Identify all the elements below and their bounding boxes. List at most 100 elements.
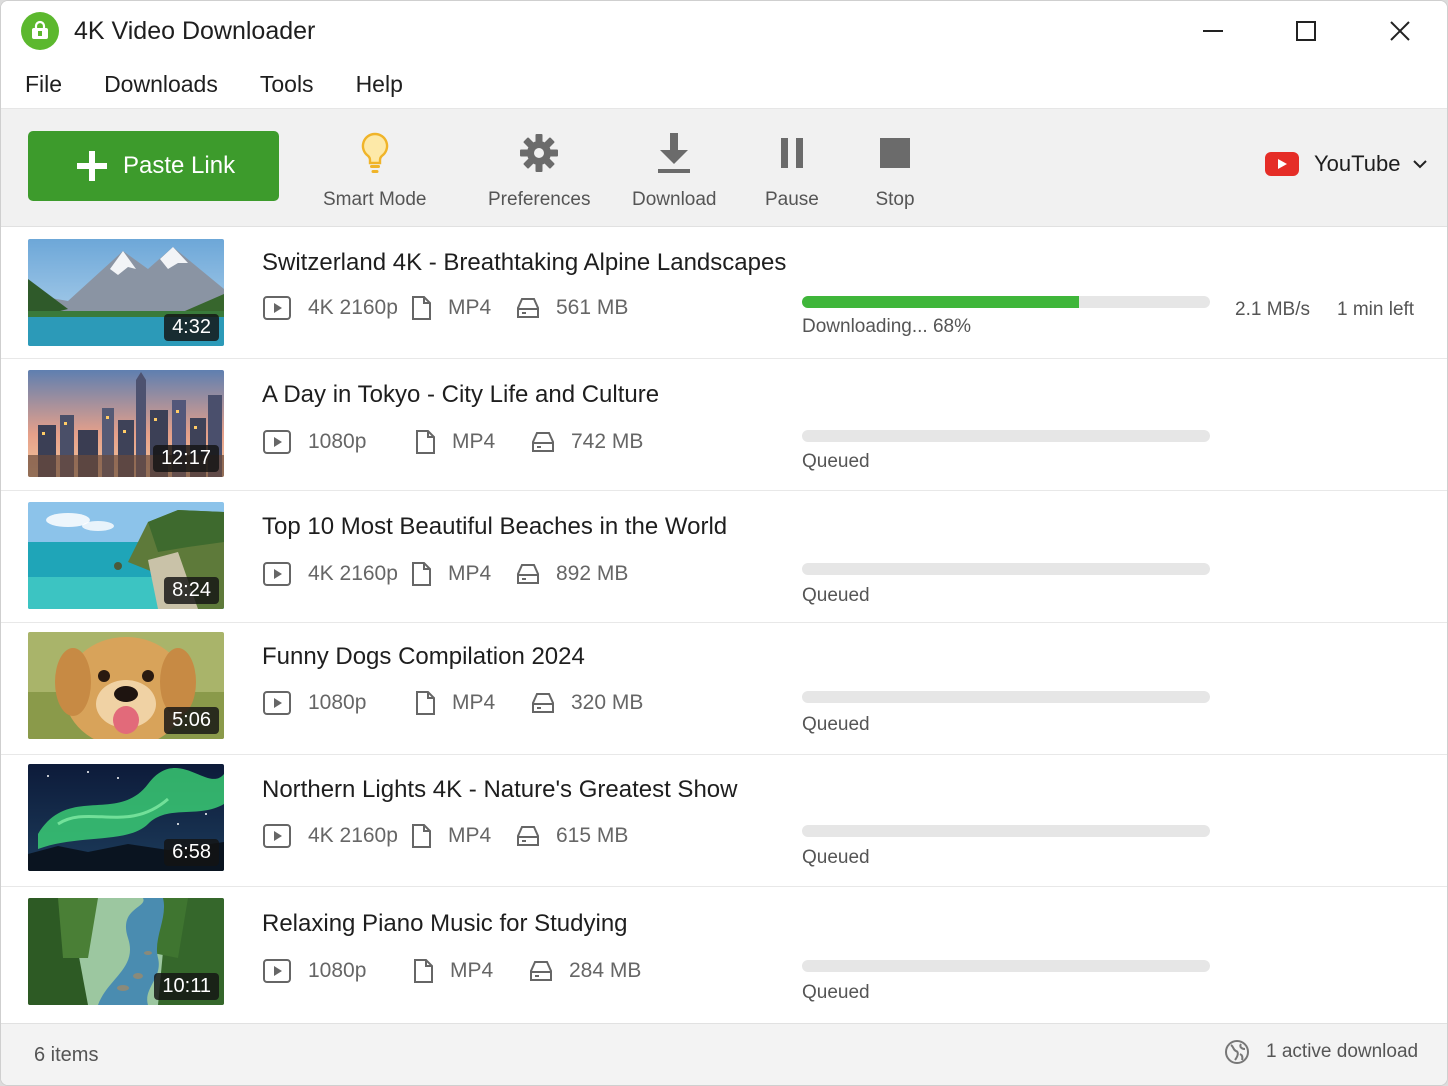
download-status: Queued [802, 585, 870, 606]
download-list: 4:32 Switzerland 4K - Breathtaking Alpin… [1, 227, 1447, 1019]
menu-file[interactable]: File [25, 71, 62, 98]
video-size: 742 MB [571, 430, 644, 453]
item-count: 6 items [34, 1044, 99, 1066]
download-eta: 1 min left [1337, 299, 1415, 320]
download-row[interactable]: 5:06 Funny Dogs Compilation 2024 1080p M… [1, 623, 1447, 755]
video-thumbnail: 6:58 [28, 764, 224, 871]
video-size: 284 MB [569, 959, 642, 982]
pause-label: Pause [765, 189, 819, 210]
video-play-icon [263, 430, 291, 454]
status-bar: 6 items 1 active download [1, 1023, 1447, 1085]
progress-bar [802, 296, 1210, 308]
youtube-icon [1265, 152, 1299, 176]
minimize-button[interactable] [1193, 11, 1233, 51]
download-icon [652, 129, 696, 177]
video-play-icon [263, 824, 291, 848]
app-title: 4K Video Downloader [74, 17, 316, 45]
smart-mode-label: Smart Mode [323, 189, 427, 210]
video-title: Top 10 Most Beautiful Beaches in the Wor… [262, 513, 728, 540]
video-thumbnail: 12:17 [28, 370, 224, 477]
menu-tools[interactable]: Tools [260, 71, 314, 98]
menu-downloads[interactable]: Downloads [104, 71, 218, 98]
video-quality: 4K 2160p [308, 562, 398, 585]
stop-button[interactable]: Stop [873, 129, 917, 211]
video-format: MP4 [452, 430, 496, 453]
progress-bar [802, 430, 1210, 442]
storage-icon [517, 826, 539, 846]
video-size: 320 MB [571, 691, 644, 714]
video-title: Northern Lights 4K - Nature's Greatest S… [262, 776, 738, 803]
video-title: Relaxing Piano Music for Studying [262, 910, 628, 937]
video-meta: 4K 2160p MP4 561 MB [262, 295, 628, 321]
toolbar: Paste Link Smart Mode Preferences Downlo… [1, 109, 1447, 227]
video-play-icon [263, 296, 291, 320]
video-play-icon [263, 959, 291, 983]
lightbulb-icon [353, 129, 397, 177]
active-downloads-indicator[interactable]: 1 active download [1224, 1039, 1418, 1065]
pause-button[interactable]: Pause [765, 129, 819, 211]
video-title: Switzerland 4K - Breathtaking Alpine Lan… [262, 249, 787, 276]
download-button[interactable]: Download [632, 129, 717, 211]
video-quality: 4K 2160p [308, 824, 398, 847]
video-title: A Day in Tokyo - City Life and Culture [262, 381, 660, 408]
gear-icon [517, 129, 561, 177]
file-icon [416, 430, 435, 454]
maximize-button[interactable] [1286, 11, 1326, 51]
download-row[interactable]: 8:24 Top 10 Most Beautiful Beaches in th… [1, 491, 1447, 623]
active-downloads-label: 1 active download [1266, 1041, 1419, 1062]
progress-bar [802, 563, 1210, 575]
progress-fill [802, 296, 1080, 308]
title-bar: 4K Video Downloader [1, 1, 1447, 61]
download-row[interactable]: 6:58 Northern Lights 4K - Nature's Great… [1, 755, 1447, 887]
menu-help[interactable]: Help [356, 71, 403, 98]
file-icon [414, 959, 433, 983]
video-format: MP4 [450, 959, 494, 982]
storage-icon [532, 432, 554, 452]
progress-bar [802, 960, 1210, 972]
video-format: MP4 [448, 562, 492, 585]
close-button[interactable] [1380, 11, 1420, 51]
duration-badge: 10:11 [154, 973, 219, 1000]
site-label: YouTube [1314, 151, 1401, 176]
video-quality: 1080p [308, 959, 367, 982]
video-meta: 4K 2160p MP4 892 MB [262, 561, 628, 587]
video-thumbnail: 8:24 [28, 502, 224, 609]
file-icon [412, 824, 431, 848]
smart-mode-button[interactable]: Smart Mode [323, 129, 426, 211]
download-status: Queued [802, 714, 870, 735]
video-meta: 1080p MP4 284 MB [262, 958, 641, 984]
download-row[interactable]: 12:17 A Day in Tokyo - City Life and Cul… [1, 359, 1447, 491]
storage-icon [532, 693, 554, 713]
video-size: 892 MB [556, 562, 629, 585]
video-format: MP4 [452, 691, 496, 714]
duration-badge: 12:17 [152, 445, 219, 472]
preferences-button[interactable]: Preferences [488, 129, 590, 211]
storage-icon [517, 298, 539, 318]
paste-link-button[interactable]: Paste Link [28, 131, 279, 201]
duration-badge: 6:58 [164, 839, 219, 866]
download-label: Download [632, 189, 717, 210]
video-size: 561 MB [556, 296, 629, 319]
download-row[interactable]: 10:11 Relaxing Piano Music for Studying … [1, 887, 1447, 1019]
site-selector[interactable]: YouTube [1265, 151, 1428, 177]
app-window: 4K Video Downloader File Downloads Tools… [0, 0, 1448, 1086]
download-row[interactable]: 4:32 Switzerland 4K - Breathtaking Alpin… [1, 227, 1447, 359]
progress-bar [802, 691, 1210, 703]
download-status: Queued [802, 982, 870, 1003]
video-meta: 1080p MP4 742 MB [262, 429, 643, 455]
file-icon [416, 691, 435, 715]
video-thumbnail: 10:11 [28, 898, 224, 1005]
video-quality: 1080p [308, 430, 367, 453]
file-icon [412, 562, 431, 586]
globe-icon [1225, 1040, 1249, 1064]
chevron-down-icon [1413, 160, 1428, 169]
pause-icon [770, 129, 814, 177]
video-size: 615 MB [556, 824, 629, 847]
paste-link-label: Paste Link [123, 152, 236, 179]
duration-badge: 8:24 [164, 577, 219, 604]
video-format: MP4 [448, 824, 492, 847]
stop-icon [873, 129, 917, 177]
video-meta: 1080p MP4 320 MB [262, 690, 643, 716]
duration-badge: 5:06 [164, 707, 219, 734]
video-play-icon [263, 691, 291, 715]
